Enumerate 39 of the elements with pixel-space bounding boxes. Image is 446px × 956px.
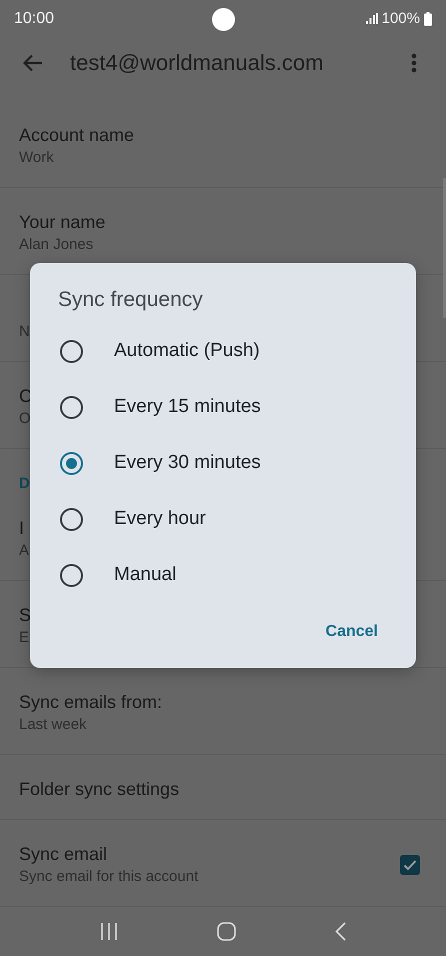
radio-button[interactable] — [60, 340, 83, 362]
setting-title[interactable]: Folder sync settings — [19, 776, 180, 801]
battery-percent: 100% — [382, 10, 420, 28]
account-email-title: test4@worldmanuals.com — [70, 50, 324, 76]
recent-apps-icon[interactable] — [100, 922, 118, 940]
radio-button[interactable] — [60, 396, 83, 418]
dialog-title: Sync frequency — [58, 287, 203, 313]
setting-value: Work — [19, 148, 54, 168]
checkbox[interactable] — [400, 854, 420, 875]
setting-title[interactable]: Sync emails from: — [19, 690, 162, 714]
setting-title[interactable]: Your name — [19, 210, 106, 234]
status-time: 10:00 — [14, 10, 54, 28]
section-header: D — [19, 474, 30, 492]
radio-option[interactable]: Automatic (Push) — [30, 323, 416, 379]
setting-value: Sync email for this account — [19, 866, 198, 887]
signal-icon — [366, 13, 378, 24]
cancel-button[interactable]: Cancel — [312, 615, 392, 649]
battery-icon — [424, 12, 432, 26]
radio-option[interactable]: Every 30 minutes — [30, 435, 416, 491]
setting-title[interactable]: I — [19, 516, 24, 540]
setting-title[interactable]: Account name — [19, 122, 134, 147]
home-icon[interactable] — [216, 922, 236, 941]
radio-option[interactable]: Every hour — [30, 491, 416, 547]
back-icon[interactable] — [335, 922, 346, 941]
radio-button[interactable] — [60, 508, 83, 530]
more-options-icon[interactable] — [411, 52, 417, 73]
setting-value: Alan Jones — [19, 234, 94, 255]
radio-button[interactable] — [60, 564, 83, 586]
setting-title[interactable]: S — [19, 602, 32, 627]
radio-option[interactable]: Manual — [30, 547, 416, 603]
back-arrow-icon[interactable] — [23, 54, 43, 72]
setting-title[interactable]: Sync email — [19, 842, 108, 866]
radio-option[interactable]: Every 15 minutes — [30, 379, 416, 435]
checkmark-icon — [403, 858, 417, 871]
setting-value: A — [19, 540, 30, 561]
camera-hole-icon — [212, 8, 235, 31]
setting-value: Last week — [19, 714, 87, 735]
radio-button[interactable] — [60, 452, 83, 474]
setting-value: O — [19, 408, 31, 429]
